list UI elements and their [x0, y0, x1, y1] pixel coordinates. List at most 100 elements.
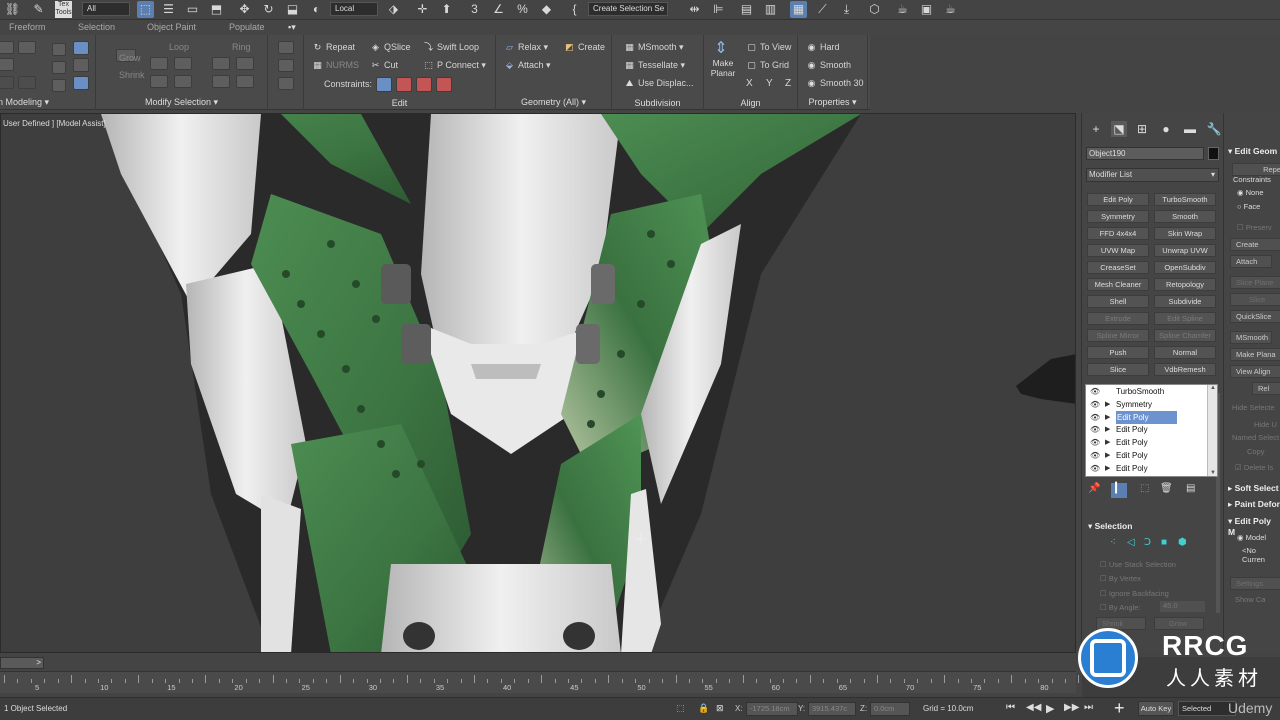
go-to-end-icon[interactable]: ⏭ — [1084, 702, 1093, 713]
modifier-button-shell[interactable]: Shell — [1087, 295, 1149, 308]
keyboard-shortcut-icon[interactable]: ⬆ — [438, 1, 455, 18]
repeat-button[interactable]: ↻ Repeat — [312, 42, 355, 53]
eye-icon[interactable]: 👁 — [1090, 423, 1100, 436]
y-coord-field[interactable]: 3915.437c — [808, 702, 856, 716]
expand-arrow-icon[interactable]: ▶ — [1105, 398, 1110, 411]
loop-mode-icon[interactable] — [150, 75, 168, 88]
edit-geometry-header[interactable]: ▾ Edit Geom — [1228, 146, 1277, 157]
ring-mode-icon[interactable] — [212, 75, 230, 88]
properties-label[interactable]: Properties ▾ — [798, 97, 867, 108]
to-grid-button[interactable]: ▢ To Grid — [746, 60, 789, 71]
quickslice-button[interactable]: QuickSlice — [1230, 310, 1280, 323]
create-tab-icon[interactable]: + — [1088, 121, 1104, 137]
vertex-level-icon[interactable]: ⁖ — [1110, 537, 1116, 548]
ring-mode-b-icon[interactable] — [236, 75, 254, 88]
angle-snap-icon[interactable]: ∠ — [490, 1, 507, 18]
grow-button[interactable]: Grow — [119, 53, 141, 63]
polygon-modeling-label[interactable]: n Modeling ▾ — [0, 97, 95, 108]
toggle-b-icon[interactable] — [18, 76, 36, 89]
shrink-button[interactable]: Shrink — [119, 70, 145, 80]
modifier-button-push[interactable]: Push — [1087, 346, 1149, 359]
p-connect-button[interactable]: ⬚ P Connect ▾ — [423, 60, 486, 71]
hide-unselected-button[interactable]: Hide U — [1254, 420, 1277, 429]
selection-filter-dropdown[interactable]: All — [82, 2, 130, 16]
motion-tab-icon[interactable]: ● — [1158, 121, 1174, 137]
go-to-start-icon[interactable]: ⏮ — [1006, 702, 1015, 713]
rendered-frame-icon[interactable]: ▣ — [918, 1, 935, 18]
unlink-icon[interactable]: ✎ — [30, 1, 47, 18]
smooth-button[interactable]: ◉ Smooth — [806, 60, 851, 71]
sel-icon-b[interactable] — [278, 59, 294, 72]
isolate-icon[interactable]: ⬚ — [676, 703, 685, 714]
modifier-button-retopology[interactable]: Retopology — [1154, 278, 1216, 291]
expand-arrow-icon[interactable]: ▶ — [1105, 411, 1110, 424]
modifier-button-unwrap-uvw[interactable]: Unwrap UVW — [1154, 244, 1216, 257]
stack-item[interactable]: 👁 ▶ Edit Poly — [1086, 462, 1207, 475]
copy-selection-button[interactable]: Copy — [1247, 447, 1265, 456]
make-planar-geom-button[interactable]: Make Plana — [1230, 348, 1280, 361]
modifier-button-edit-spline[interactable]: Edit Spline — [1154, 312, 1216, 325]
curve-editor-icon[interactable]: ⟋ — [814, 1, 831, 18]
modifier-button-slice[interactable]: Slice — [1087, 363, 1149, 376]
eye-icon[interactable]: 👁 — [1090, 385, 1100, 398]
display-tab-icon[interactable]: ▬ — [1182, 121, 1198, 137]
modifier-button-edit-poly[interactable]: Edit Poly — [1087, 193, 1149, 206]
ignore-backfacing-checkbox[interactable]: ☐ Ignore Backfacing — [1100, 589, 1169, 598]
mirror-icon[interactable]: ⇹ — [686, 1, 703, 18]
tab-populate[interactable]: Populate — [229, 22, 265, 32]
tab-selection[interactable]: Selection — [78, 22, 115, 32]
vertex-mode-icon[interactable] — [0, 41, 14, 54]
ref-coord-dropdown[interactable]: Local — [330, 2, 378, 16]
constraint-face-icon[interactable] — [416, 77, 432, 92]
hard-button[interactable]: ◉ Hard — [806, 42, 840, 53]
pivot-icon[interactable]: ⬗ — [385, 1, 402, 18]
z-coord-field[interactable]: 0.0cm — [870, 702, 910, 716]
sel-icon-a[interactable] — [278, 41, 294, 54]
poly-mode-icon[interactable] — [0, 58, 14, 71]
modifier-button-creaseset[interactable]: CreaseSet — [1087, 261, 1149, 274]
model-mode-radio[interactable]: ◉ Model — [1237, 533, 1266, 542]
element-level-icon[interactable]: ⬢ — [1178, 537, 1187, 548]
loop-shrink-icon[interactable] — [174, 57, 192, 70]
move-icon[interactable]: ✥ — [236, 1, 253, 18]
tab-object-paint[interactable]: Object Paint — [147, 22, 196, 32]
place-icon[interactable]: ◐ — [308, 1, 325, 18]
timeline-ruler[interactable]: 5 10 15 20 25 30 35 40 45 50 55 60 65 70 75 80 — [0, 671, 1107, 693]
scale-icon[interactable]: ⬓ — [284, 1, 301, 18]
make-planar-button[interactable]: ⇕ Make Planar — [708, 38, 736, 90]
by-vertex-checkbox[interactable]: ☐ By Vertex — [1100, 574, 1141, 583]
eye-icon[interactable]: 👁 — [1090, 398, 1100, 411]
viewport-label[interactable]: User Defined ] [Model Assist] — [3, 119, 106, 128]
modifier-button-subdivide[interactable]: Subdivide — [1154, 295, 1216, 308]
geometry-label[interactable]: Geometry (All) ▾ — [496, 97, 611, 108]
absolute-mode-icon[interactable]: ⊠ — [716, 703, 724, 714]
use-displace-button[interactable]: ⛰ Use Displac... — [624, 78, 694, 89]
stack-item[interactable]: 👁 ▶ Symmetry — [1086, 398, 1207, 411]
lock-selection-icon[interactable]: 🔒 — [698, 703, 709, 714]
x-coord-field[interactable]: -1725.18cm — [746, 702, 798, 716]
ring-button[interactable]: Ring — [232, 42, 251, 52]
constraint-face-radio[interactable]: ○ Face — [1237, 202, 1260, 211]
hierarchy-tab-icon[interactable]: ⊞ — [1134, 121, 1150, 137]
loop-button[interactable]: Loop — [169, 42, 189, 52]
rect-region-icon[interactable]: ▭ — [184, 1, 201, 18]
render-setup-icon[interactable]: ☕ — [894, 1, 911, 18]
modifier-button-symmetry[interactable]: Symmetry — [1087, 210, 1149, 223]
by-angle-checkbox[interactable]: ☐ By Angle: — [1100, 603, 1141, 612]
align-x-button[interactable]: X — [746, 78, 753, 89]
relax-geom-button[interactable]: Rel — [1252, 382, 1280, 395]
select-object-icon[interactable]: ⬚ — [137, 1, 154, 18]
nurms-button[interactable]: ▦ NURMS — [312, 60, 359, 71]
eye-icon[interactable]: 👁 — [1090, 462, 1100, 475]
stack-item[interactable]: 👁 ▶ Edit Poly — [1086, 410, 1207, 424]
use-stack-selection-checkbox[interactable]: ☐ Use Stack Selection — [1100, 560, 1176, 569]
slice-button[interactable]: Slice — [1230, 293, 1280, 306]
tab-freeform[interactable]: Freeform — [9, 22, 46, 32]
cut-button[interactable]: ✂ Cut — [370, 60, 398, 71]
modifier-button-opensubdiv[interactable]: OpenSubdiv — [1154, 261, 1216, 274]
utilities-tab-icon[interactable]: 🔧 — [1206, 121, 1222, 137]
scroll-up-icon[interactable]: ▲ — [1210, 385, 1216, 391]
by-angle-spinner[interactable]: 45.0 — [1160, 601, 1205, 612]
relax-button[interactable]: ▱ Relax ▾ — [504, 42, 548, 53]
constraint-normal-icon[interactable] — [436, 77, 452, 92]
